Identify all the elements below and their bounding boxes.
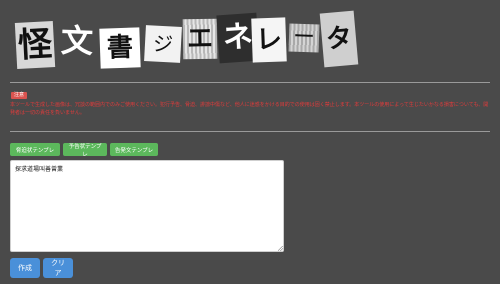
title-tile: 文 <box>55 19 99 63</box>
resize-handle-icon[interactable] <box>278 246 283 251</box>
message-textarea[interactable]: 探求道場叫善曾業 <box>10 160 284 252</box>
clear-button[interactable]: クリア <box>43 258 73 278</box>
notice-text: 本ツールで生成した画像は、冗談の範囲内でのみご使用ください。犯行予告、脅迫、誹謗… <box>10 102 489 116</box>
divider <box>10 82 490 83</box>
title-tile: エ <box>182 18 218 60</box>
notice-template-button[interactable]: 予告状テンプレ <box>63 143 107 158</box>
app-title-logo: 怪 文 書 ジ エ ネ レ ー タ <box>0 0 500 80</box>
title-tile: ジ <box>144 25 182 63</box>
threat-template-button[interactable]: 脅迫状テンプレ <box>10 143 60 156</box>
create-button[interactable]: 作成 <box>10 258 40 278</box>
title-tile: 書 <box>99 27 141 69</box>
title-tile: タ <box>319 10 359 68</box>
accusation-template-button[interactable]: 告発文テンプレ <box>110 143 158 156</box>
divider <box>10 131 490 132</box>
notice-badge: 注意 <box>11 92 28 99</box>
title-tile: 怪 <box>14 21 56 69</box>
title-tile: ー <box>288 23 320 53</box>
title-tile: レ <box>251 17 287 63</box>
